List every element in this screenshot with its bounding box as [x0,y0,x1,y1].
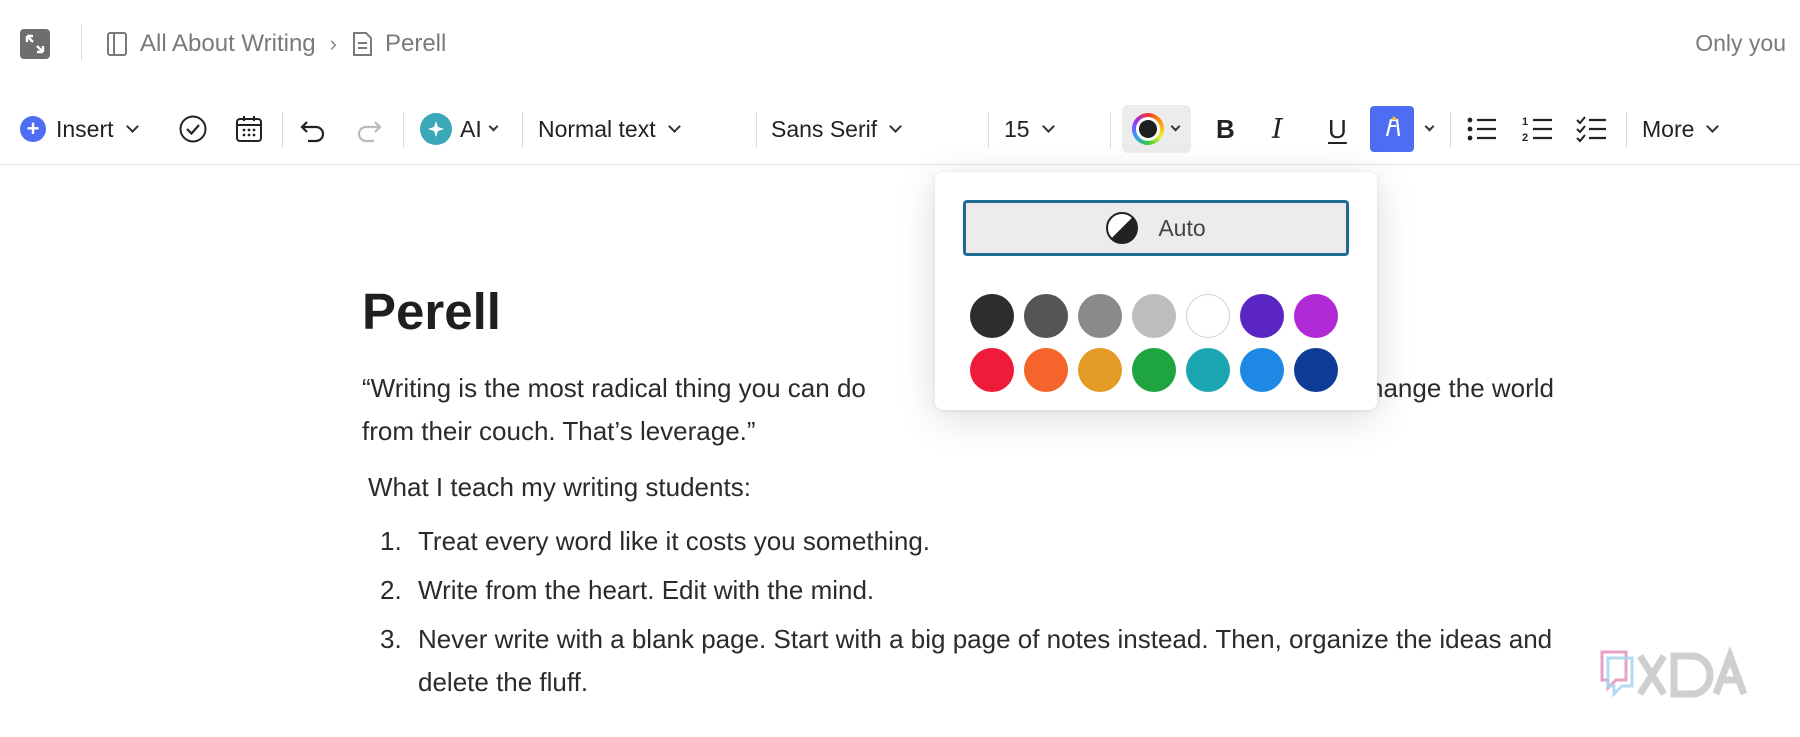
svg-text:2: 2 [1522,132,1528,144]
undo-button[interactable] [298,100,328,158]
date-button[interactable] [234,100,264,158]
toolbar-divider [988,112,989,148]
auto-color-label: Auto [1158,214,1206,241]
toolbar-divider [522,112,523,148]
font-family-dropdown[interactable]: Sans Serif [771,100,902,158]
toolbar-divider [1110,112,1111,148]
top-bar: All About Writing › Perell Only you [0,0,1800,90]
numbered-list-button[interactable]: 12 [1522,100,1554,158]
italic-icon: I [1272,113,1283,145]
color-swatch[interactable] [970,294,1014,338]
quote-line-end: hange the world [1369,373,1555,403]
numbered-list: 1. Treat every word like it costs you som… [362,520,1602,710]
page-icon [351,31,375,57]
toolbar-divider [1626,112,1627,148]
chevron-down-icon [1706,119,1720,133]
text-color-button[interactable] [1122,105,1191,153]
ai-label: AI [460,115,482,142]
document-title[interactable]: Perell [362,282,501,341]
svg-text:1: 1 [1522,116,1528,128]
italic-button[interactable]: I [1272,100,1283,158]
redo-button[interactable] [354,100,384,158]
formatting-toolbar: + Insert AI Normal text Sans Serif 15 B … [0,100,1800,158]
underline-icon: U [1328,113,1347,144]
share-status[interactable]: Only you [1695,30,1786,57]
chevron-down-icon [1170,121,1181,131]
checklist-icon [1576,116,1606,143]
toolbar-divider [282,112,283,148]
color-swatch[interactable] [1186,294,1230,338]
quote-line-start: “Writing is the most radical thing you c… [362,373,866,403]
toolbar-bottom-border [0,164,1800,165]
list-item[interactable]: 1. Treat every word like it costs you som… [362,520,1602,563]
color-swatch[interactable] [1240,348,1284,392]
color-swatch[interactable] [1024,348,1068,392]
font-size-dropdown[interactable]: 15 [1004,100,1055,158]
chevron-down-icon [1424,121,1435,131]
toolbar-divider [403,112,404,148]
redo-icon [357,121,382,143]
chevron-down-icon [889,119,902,133]
color-swatch-grid [970,294,1338,392]
chevron-down-icon [125,119,139,133]
checklist-button[interactable] [1576,100,1608,158]
bullet-list-icon [1467,117,1496,141]
color-swatch[interactable] [1078,294,1122,338]
bold-button[interactable]: B [1216,100,1235,158]
toolbar-divider [756,112,757,148]
highlighter-icon [1370,106,1414,152]
bold-icon: B [1216,113,1235,144]
text-style-value: Normal text [538,115,656,142]
font-family-value: Sans Serif [771,115,878,142]
notebook-icon [106,31,130,57]
color-swatch[interactable] [1294,348,1338,392]
text-color-popup: Auto [935,172,1377,410]
quote-line-2: from their couch. That’s leverage.” [362,416,756,446]
xda-logo-icon [1600,646,1748,698]
check-circle-icon [179,115,207,143]
calendar-icon [236,116,262,142]
breadcrumb-separator-icon: › [329,31,337,56]
toolbar-divider [1450,112,1451,148]
insert-label: Insert [56,115,114,142]
auto-color-button[interactable]: Auto [963,200,1349,256]
more-label: More [1642,115,1695,142]
topbar-divider [81,24,82,60]
breadcrumb-current[interactable]: Perell [385,30,446,58]
color-swatch[interactable] [970,348,1014,392]
color-swatch[interactable] [1240,294,1284,338]
color-swatch[interactable] [1078,348,1122,392]
intro-paragraph[interactable]: What I teach my writing students: [368,466,751,509]
color-swatch[interactable] [1186,348,1230,392]
sparkle-icon [420,113,452,145]
text-style-dropdown[interactable]: Normal text [538,100,681,158]
insert-button[interactable]: + Insert [20,100,139,158]
color-swatch[interactable] [1132,348,1176,392]
highlight-button[interactable] [1370,100,1435,158]
list-item[interactable]: 3. Never write with a blank page. Start w… [362,618,1602,704]
checklist-done-button[interactable] [178,100,208,158]
chevron-down-icon [667,119,681,133]
font-size-value: 15 [1004,115,1030,142]
expand-icon[interactable] [20,29,50,59]
list-item[interactable]: 2. Write from the heart. Edit with the mi… [362,569,1602,612]
chevron-down-icon [488,121,499,131]
plus-icon: + [20,116,46,142]
contrast-icon [1106,212,1139,244]
text-color-icon [1132,113,1164,145]
more-dropdown[interactable]: More [1642,100,1720,158]
bullet-list-button[interactable] [1466,100,1498,158]
color-swatch[interactable] [1132,294,1176,338]
ai-button[interactable]: AI [420,100,499,158]
numbered-list-icon: 12 [1522,116,1552,144]
color-swatch[interactable] [1024,294,1068,338]
color-swatch[interactable] [1294,294,1338,338]
chevron-down-icon [1041,119,1055,133]
breadcrumb-parent[interactable]: All About Writing [140,30,316,58]
undo-icon [300,121,325,143]
breadcrumb: All About Writing › Perell [106,28,446,60]
underline-button[interactable]: U [1328,100,1347,158]
